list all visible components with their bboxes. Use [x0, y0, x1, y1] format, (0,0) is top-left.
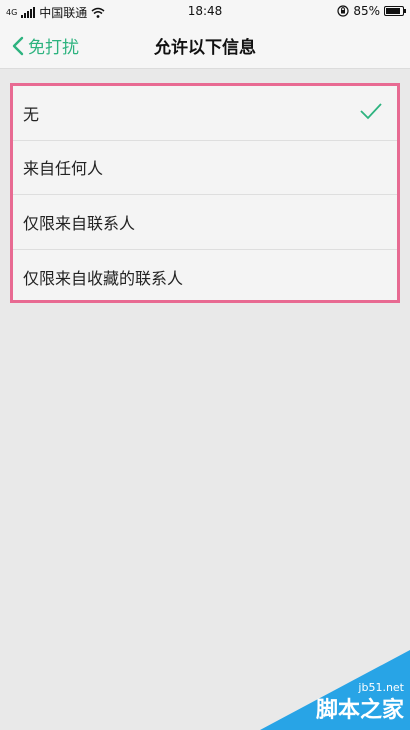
status-bar: 4G 中国联通 18:48 85% [0, 0, 410, 22]
watermark-name: 脚本之家 [315, 698, 404, 723]
option-anyone[interactable]: 来自任何人 [13, 141, 397, 195]
option-label: 仅限来自联系人 [23, 213, 136, 233]
rotation-lock-icon [337, 5, 349, 17]
message-options-list: 无 来自任何人 仅限来自联系人 仅限来自收藏的联系人 [10, 83, 400, 303]
status-right: 85% [337, 4, 406, 18]
option-favorite-contacts-only[interactable]: 仅限来自收藏的联系人 [13, 250, 397, 305]
option-label: 来自任何人 [23, 159, 104, 179]
navigation-bar: 免打扰 允许以下信息 [0, 22, 410, 69]
option-label: 无 [23, 104, 40, 124]
battery-fill [386, 8, 400, 14]
page-title: 允许以下信息 [154, 38, 256, 58]
option-label: 仅限来自收藏的联系人 [23, 268, 184, 288]
option-contacts-only[interactable]: 仅限来自联系人 [13, 195, 397, 250]
option-none[interactable]: 无 [13, 86, 397, 141]
battery-percent: 85% [353, 4, 380, 18]
checkmark-icon [360, 103, 382, 120]
watermark: jb51.net 脚本之家 [250, 650, 410, 730]
battery-icon [384, 6, 406, 16]
